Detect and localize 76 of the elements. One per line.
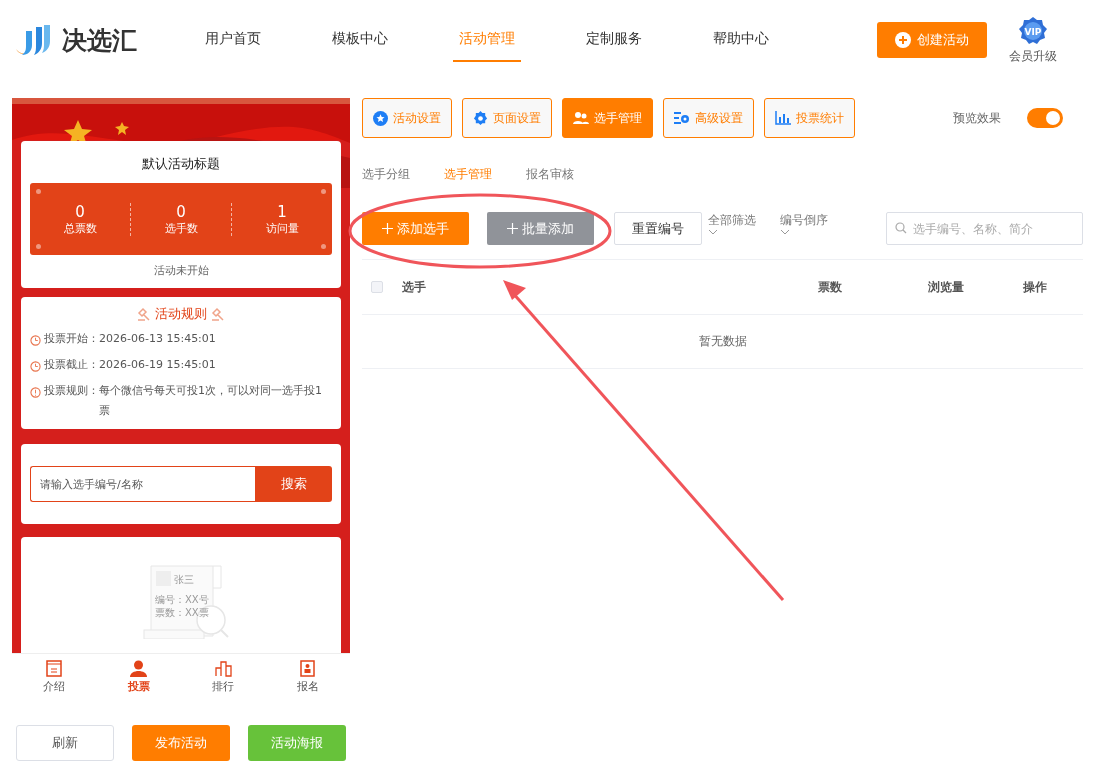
rule-value: 2026-06-19 15:45:01 xyxy=(99,357,216,373)
nav-link[interactable]: 活动管理 xyxy=(453,18,521,62)
placeholder-text: 票数：XX票 xyxy=(155,606,209,620)
stat-value: 0 xyxy=(176,202,186,221)
filter-dropdown[interactable]: 全部筛选 xyxy=(708,212,756,235)
rules-title: 活动规则 xyxy=(155,305,207,323)
vip-badge[interactable]: VIP xyxy=(1018,15,1048,46)
nav-link[interactable]: 定制服务 xyxy=(580,18,648,62)
filter-dropdown[interactable]: 编号倒序 xyxy=(780,212,828,235)
rule-label: 投票截止： xyxy=(44,357,99,373)
select-all-checkbox[interactable] xyxy=(371,281,383,293)
logo-text: 决选汇 xyxy=(62,24,137,57)
bottom-tab[interactable]: 介绍 xyxy=(12,654,97,700)
sub-tab[interactable]: 选手分组 xyxy=(362,166,410,196)
preview-label: 预览效果 xyxy=(953,109,1001,127)
toolbar-button[interactable]: 批量添加 xyxy=(487,212,594,245)
chevron-down-icon xyxy=(708,229,718,235)
vip-label[interactable]: 会员升级 xyxy=(1009,47,1057,65)
nav-link[interactable]: 帮助中心 xyxy=(707,18,775,62)
column-header: 操作 xyxy=(1023,278,1048,296)
settings-tab[interactable]: 选手管理 xyxy=(562,98,653,138)
settings-tab[interactable]: 页面设置 xyxy=(462,98,552,138)
preview-toggle[interactable] xyxy=(1027,108,1063,128)
person-icon xyxy=(130,660,148,677)
gavel-icon xyxy=(137,307,151,321)
chevron-down-icon xyxy=(780,229,790,235)
bottom-tab[interactable]: 排行 xyxy=(181,654,266,700)
action-button[interactable]: 活动海报 xyxy=(248,725,346,761)
plus-icon xyxy=(382,223,393,234)
bar-chart-icon xyxy=(775,111,791,125)
sub-tab[interactable]: 报名审核 xyxy=(526,166,574,196)
plus-circle-icon xyxy=(895,32,911,48)
action-button[interactable]: 刷新 xyxy=(16,725,114,761)
stat-label: 总票数 xyxy=(63,220,97,236)
column-header: 选手 xyxy=(402,278,427,296)
action-button[interactable]: 发布活动 xyxy=(132,725,230,761)
settings-tab[interactable]: 活动设置 xyxy=(362,98,452,138)
column-header: 浏览量 xyxy=(928,278,965,296)
column-header: 票数 xyxy=(818,278,843,296)
placeholder-name: 张三 xyxy=(174,573,194,587)
toolbar-button[interactable]: 重置编号 xyxy=(614,212,702,245)
alert-icon xyxy=(30,387,41,398)
placeholder-text: 编号：XX号 xyxy=(155,593,209,607)
activity-status: 活动未开始 xyxy=(152,263,210,278)
activity-title: 默认活动标题 xyxy=(141,155,221,173)
bottom-tab[interactable]: 投票 xyxy=(96,654,181,700)
sliders-icon xyxy=(674,111,690,125)
nav-link[interactable]: 用户首页 xyxy=(199,18,267,62)
search-field[interactable]: 请输入选手编号/名称 xyxy=(30,466,255,502)
rule-label: 投票开始： xyxy=(44,331,99,347)
settings-tab[interactable]: 投票统计 xyxy=(764,98,855,138)
create-activity-button[interactable]: 创建活动 xyxy=(877,22,987,58)
stat-value: 1 xyxy=(277,202,287,221)
bar-chart-icon xyxy=(214,660,232,677)
document-icon xyxy=(46,660,63,677)
rule-label: 投票规则： xyxy=(44,383,99,399)
stat-value: 0 xyxy=(75,202,85,221)
clock-icon xyxy=(30,361,41,372)
rule-value: 每个微信号每天可投1次，可以对同一选手投1票 xyxy=(99,383,323,419)
bottom-tab[interactable]: 报名 xyxy=(265,654,350,700)
badge-icon xyxy=(300,660,316,677)
sub-tab[interactable]: 选手管理 xyxy=(444,166,492,196)
gavel-icon xyxy=(211,307,225,321)
stat-label: 选手数 xyxy=(164,220,198,236)
empty-message: 暂无数据 xyxy=(698,333,747,350)
clock-icon xyxy=(30,335,41,346)
stat-label: 访问量 xyxy=(265,220,299,236)
rule-value: 2026-06-13 15:45:01 xyxy=(99,331,216,347)
users-icon xyxy=(573,111,589,125)
gear-icon xyxy=(473,110,488,126)
nav-link[interactable]: 模板中心 xyxy=(326,18,394,62)
search-button[interactable]: 搜索 xyxy=(255,466,332,502)
toolbar-button[interactable]: 添加选手 xyxy=(362,212,469,245)
settings-tab[interactable]: 高级设置 xyxy=(663,98,754,138)
plus-icon xyxy=(507,223,518,234)
search-icon xyxy=(895,222,907,234)
